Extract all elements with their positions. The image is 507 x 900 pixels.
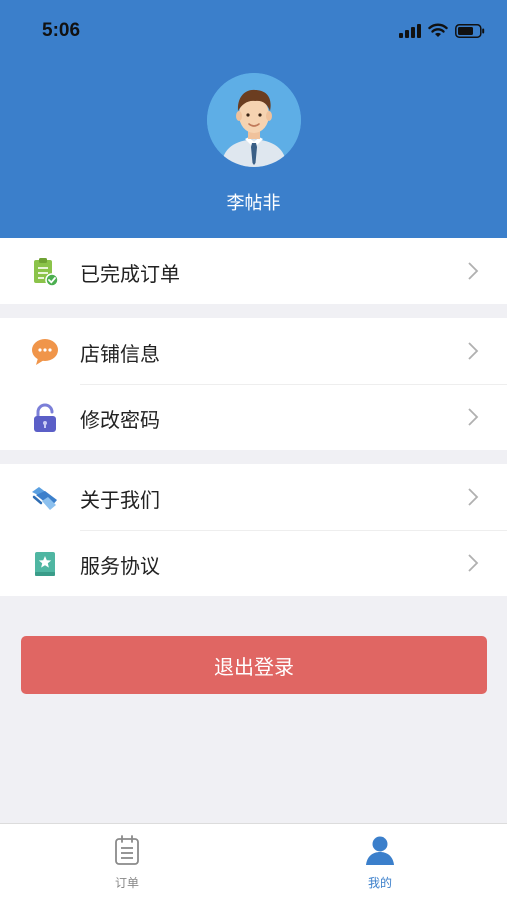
handshake-icon: [32, 487, 57, 510]
menu-item-label: 关于我们: [80, 488, 160, 512]
menu-item-store-info[interactable]: 店铺信息: [0, 318, 507, 384]
order-list-icon: [115, 835, 139, 865]
wifi-icon: [428, 23, 448, 37]
avatar-image: [207, 73, 301, 167]
chat-bubble-icon: [32, 339, 58, 365]
tab-orders[interactable]: 订单: [67, 824, 187, 900]
tab-label: 我的: [367, 876, 392, 890]
chevron-right-icon: [468, 408, 479, 426]
chevron-right-icon: [468, 488, 479, 506]
chevron-right-icon: [468, 342, 479, 360]
chevron-right-icon: [468, 554, 479, 572]
status-time: 5:06: [42, 20, 81, 41]
logout-button[interactable]: 退出登录: [21, 636, 487, 694]
padlock-icon: [34, 403, 56, 432]
status-icons: [399, 23, 485, 38]
tab-bar: 订单 我的: [0, 823, 507, 900]
menu-group-orders: 已完成订单: [0, 238, 507, 304]
clipboard-check-icon: [34, 258, 59, 287]
menu-item-label: 已完成订单: [80, 262, 180, 286]
document-star-icon: [35, 552, 55, 576]
menu-item-label: 服务协议: [80, 554, 160, 578]
signal-icon: [399, 23, 421, 38]
menu-group-about: 关于我们 服务协议: [0, 464, 507, 596]
user-name: 李帖非: [226, 193, 281, 214]
menu-item-label: 店铺信息: [80, 342, 160, 366]
profile-header: 5:06 李帖非: [0, 0, 507, 238]
tab-label: 订单: [114, 876, 139, 890]
menu-item-about-us[interactable]: 关于我们: [0, 464, 507, 530]
menu-group-store: 店铺信息 修改密码: [0, 318, 507, 450]
avatar[interactable]: [207, 73, 301, 167]
menu-item-change-password[interactable]: 修改密码: [0, 384, 507, 450]
user-profile-icon: [366, 836, 394, 865]
menu-item-label: 修改密码: [80, 408, 160, 432]
tab-mine[interactable]: 我的: [320, 824, 440, 900]
chevron-right-icon: [468, 262, 479, 280]
menu-item-completed-orders[interactable]: 已完成订单: [0, 238, 507, 304]
battery-icon: [455, 23, 485, 38]
menu-item-service-agreement[interactable]: 服务协议: [0, 530, 507, 596]
status-bar: 5:06: [0, 0, 507, 62]
